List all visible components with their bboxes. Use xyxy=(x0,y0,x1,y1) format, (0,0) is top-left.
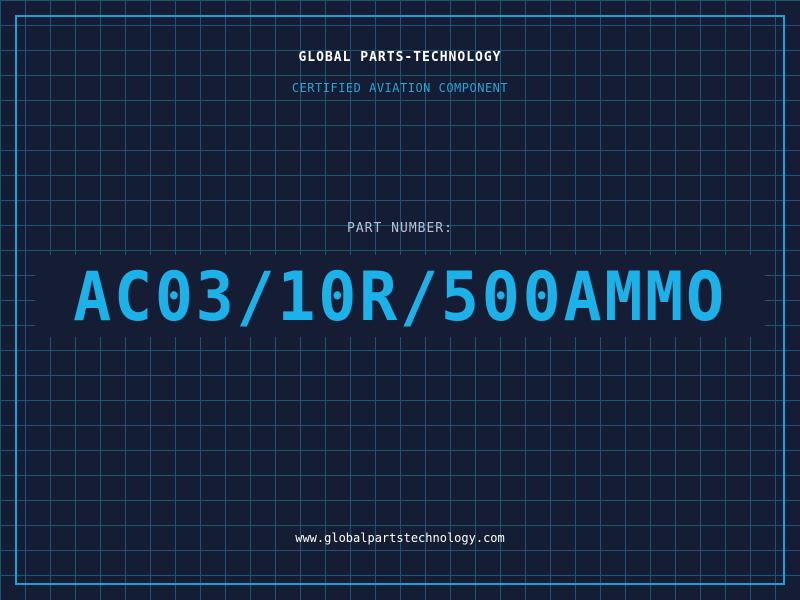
certification-subtitle: CERTIFIED AVIATION COMPONENT xyxy=(291,81,509,95)
part-number-value: AC03/10R/500AMMO xyxy=(73,258,727,337)
part-number-label: PART NUMBER: xyxy=(347,221,453,236)
website-url: www.globalpartstechnology.com xyxy=(295,531,505,545)
company-name: GLOBAL PARTS-TECHNOLOGY xyxy=(298,50,502,65)
